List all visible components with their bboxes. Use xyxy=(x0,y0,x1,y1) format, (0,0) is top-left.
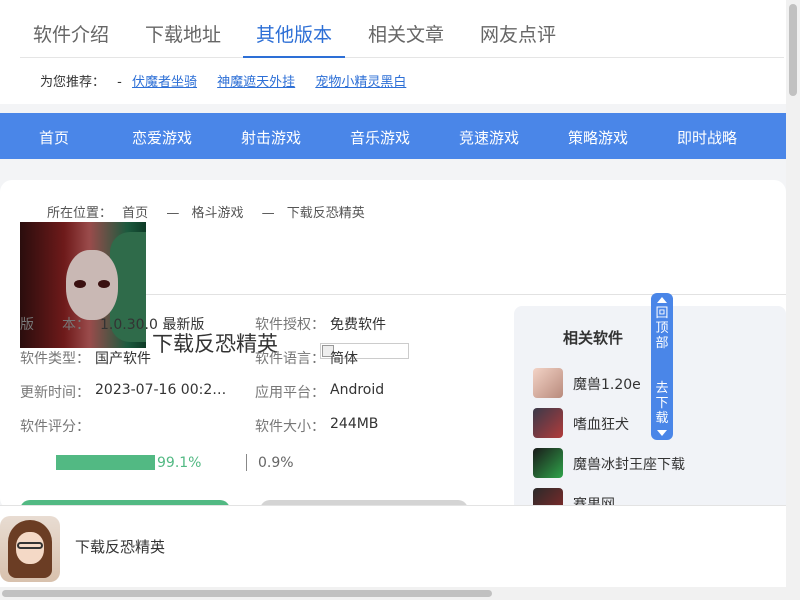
divider xyxy=(146,294,786,295)
recommend-link[interactable]: 宠物小精灵黑白 xyxy=(315,75,406,90)
go-download-button[interactable]: 去下载 xyxy=(654,381,670,426)
update-value: 2023-07-16 00:2… xyxy=(95,382,227,398)
top-tab-card: 软件介绍 下载地址 其他版本 相关文章 网友点评 为您推荐： - 伏魔者坐骑 神… xyxy=(0,0,786,104)
version-label: 版 本： xyxy=(20,317,90,333)
related-app-icon xyxy=(533,408,563,438)
sticky-app-icon xyxy=(0,516,60,582)
breadcrumb-prefix: 所在位置： xyxy=(47,206,113,221)
recommend-link[interactable]: 神魔遮天外挂 xyxy=(217,75,295,90)
related-title: 相关软件 xyxy=(563,329,624,347)
language-label: 软件语言： xyxy=(255,351,325,367)
nav-item-shooter[interactable]: 射击游戏 xyxy=(241,127,301,148)
version-value: 1.0.30.0 最新版 xyxy=(100,317,205,333)
breadcrumb-category[interactable]: 格斗游戏 xyxy=(191,206,243,221)
thumbnail-eye-shape xyxy=(74,280,86,288)
recommend-link[interactable]: 伏魔者坐骑 xyxy=(132,75,197,90)
license-value: 免费软件 xyxy=(330,317,386,333)
type-value: 国产软件 xyxy=(95,351,151,367)
breadcrumb-separator: — xyxy=(166,206,180,221)
breadcrumb-home[interactable]: 首页 xyxy=(122,206,148,221)
vertical-scrollbar[interactable] xyxy=(786,0,800,587)
category-nav: 首页 恋爱游戏 射击游戏 音乐游戏 竞速游戏 策略游戏 即时战略 xyxy=(0,113,786,159)
tab-reviews[interactable]: 网友点评 xyxy=(480,20,556,58)
size-label: 软件大小： xyxy=(255,419,325,435)
size-value: 244MB xyxy=(330,416,379,432)
horizontal-scrollbar[interactable] xyxy=(0,587,800,600)
tab-download[interactable]: 下载地址 xyxy=(145,20,221,58)
platform-value: Android xyxy=(330,382,385,398)
tab-articles[interactable]: 相关文章 xyxy=(368,20,444,58)
rating-divider xyxy=(246,454,247,471)
nav-item-romance[interactable]: 恋爱游戏 xyxy=(132,127,192,148)
platform-label: 应用平台： xyxy=(255,385,325,401)
floating-side-tool: 回顶部 去下载 xyxy=(651,293,673,440)
related-app-icon xyxy=(533,368,563,398)
license-label: 软件授权： xyxy=(255,317,325,333)
related-item-label[interactable]: 魔兽1.20e xyxy=(573,374,641,394)
tab-bar: 软件介绍 下载地址 其他版本 相关文章 网友点评 xyxy=(20,10,784,58)
related-item-label[interactable]: 魔兽冰封王座下载 xyxy=(573,454,685,474)
rating-good-percent: 99.1% xyxy=(157,455,202,471)
nav-item-strategy[interactable]: 策略游戏 xyxy=(568,127,628,148)
type-label: 软件类型： xyxy=(20,351,90,367)
nav-item-racing[interactable]: 竞速游戏 xyxy=(459,127,519,148)
sticky-app-title: 下载反恐精英 xyxy=(75,538,166,556)
arrow-down-icon xyxy=(657,430,667,436)
breadcrumb-current: 下载反恐精英 xyxy=(286,206,365,221)
nav-item-rts[interactable]: 即时战略 xyxy=(677,127,737,148)
tab-intro[interactable]: 软件介绍 xyxy=(33,20,109,58)
related-item-label[interactable]: 嗜血狂犬 xyxy=(573,414,629,434)
related-app-icon xyxy=(533,448,563,478)
rating-bad-percent: 0.9% xyxy=(258,455,294,471)
related-item[interactable]: 魔兽冰封王座下载 xyxy=(533,448,773,478)
update-label: 更新时间： xyxy=(20,385,90,401)
vertical-scroll-thumb[interactable] xyxy=(789,4,797,96)
recommend-dash: - xyxy=(117,75,122,90)
back-to-top-button[interactable]: 回顶部 xyxy=(654,306,670,351)
breadcrumb-separator: — xyxy=(261,206,275,221)
page: 软件介绍 下载地址 其他版本 相关文章 网友点评 为您推荐： - 伏魔者坐骑 神… xyxy=(0,0,800,600)
nav-item-music[interactable]: 音乐游戏 xyxy=(350,127,410,148)
recommend-row: 为您推荐： - 伏魔者坐骑 神魔遮天外挂 宠物小精灵黑白 xyxy=(40,71,416,90)
language-value: 简体 xyxy=(330,351,358,367)
nav-item-home[interactable]: 首页 xyxy=(39,127,69,148)
score-label: 软件评分： xyxy=(20,419,90,435)
arrow-up-icon xyxy=(657,297,667,303)
icon-glasses-shape xyxy=(17,542,43,549)
rating-good-bar xyxy=(56,455,155,470)
horizontal-scroll-thumb[interactable] xyxy=(2,590,492,597)
tab-other-versions[interactable]: 其他版本 xyxy=(243,20,346,58)
thumbnail-eye-shape xyxy=(98,280,110,288)
recommend-label: 为您推荐： xyxy=(40,75,106,90)
breadcrumb: 所在位置： 首页 — 格斗游戏 — 下载反恐精英 xyxy=(47,202,371,221)
